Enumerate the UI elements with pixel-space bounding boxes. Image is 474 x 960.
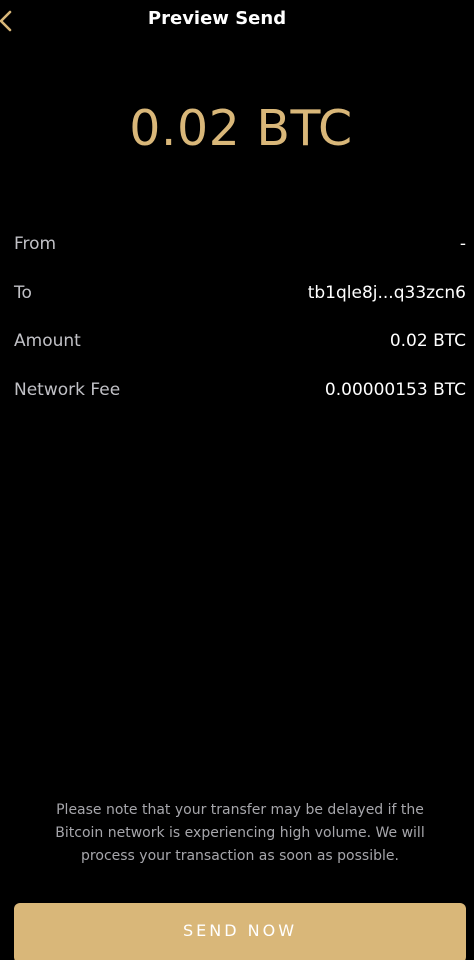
detail-row-amount: Amount 0.02 BTC [14, 331, 466, 357]
detail-row-network-fee: Network Fee 0.00000153 BTC [14, 380, 466, 406]
send-amount-display: 0.02 BTC [129, 100, 353, 157]
transfer-delay-notice: Please note that your transfer may be de… [55, 802, 425, 864]
from-value: - [459, 234, 466, 254]
from-label: From [14, 234, 57, 254]
page-title: Preview Send [147, 8, 287, 29]
network-fee-value: 0.00000153 BTC [324, 380, 466, 400]
amount-label: Amount [14, 331, 81, 351]
to-label: To [14, 283, 32, 303]
detail-row-from: From - [14, 234, 466, 260]
amount-value: 0.02 BTC [389, 331, 466, 351]
to-address-value: tb1qle8j...q33zcn6 [307, 283, 466, 303]
detail-row-to: To tb1qle8j...q33zcn6 [14, 283, 466, 309]
network-fee-label: Network Fee [14, 380, 121, 400]
header: Preview Send [0, 0, 474, 40]
send-now-button[interactable]: SEND NOW [14, 903, 466, 960]
preview-send-screen: Preview Send 0.02 BTC From - To tb1qle8j… [0, 0, 474, 960]
